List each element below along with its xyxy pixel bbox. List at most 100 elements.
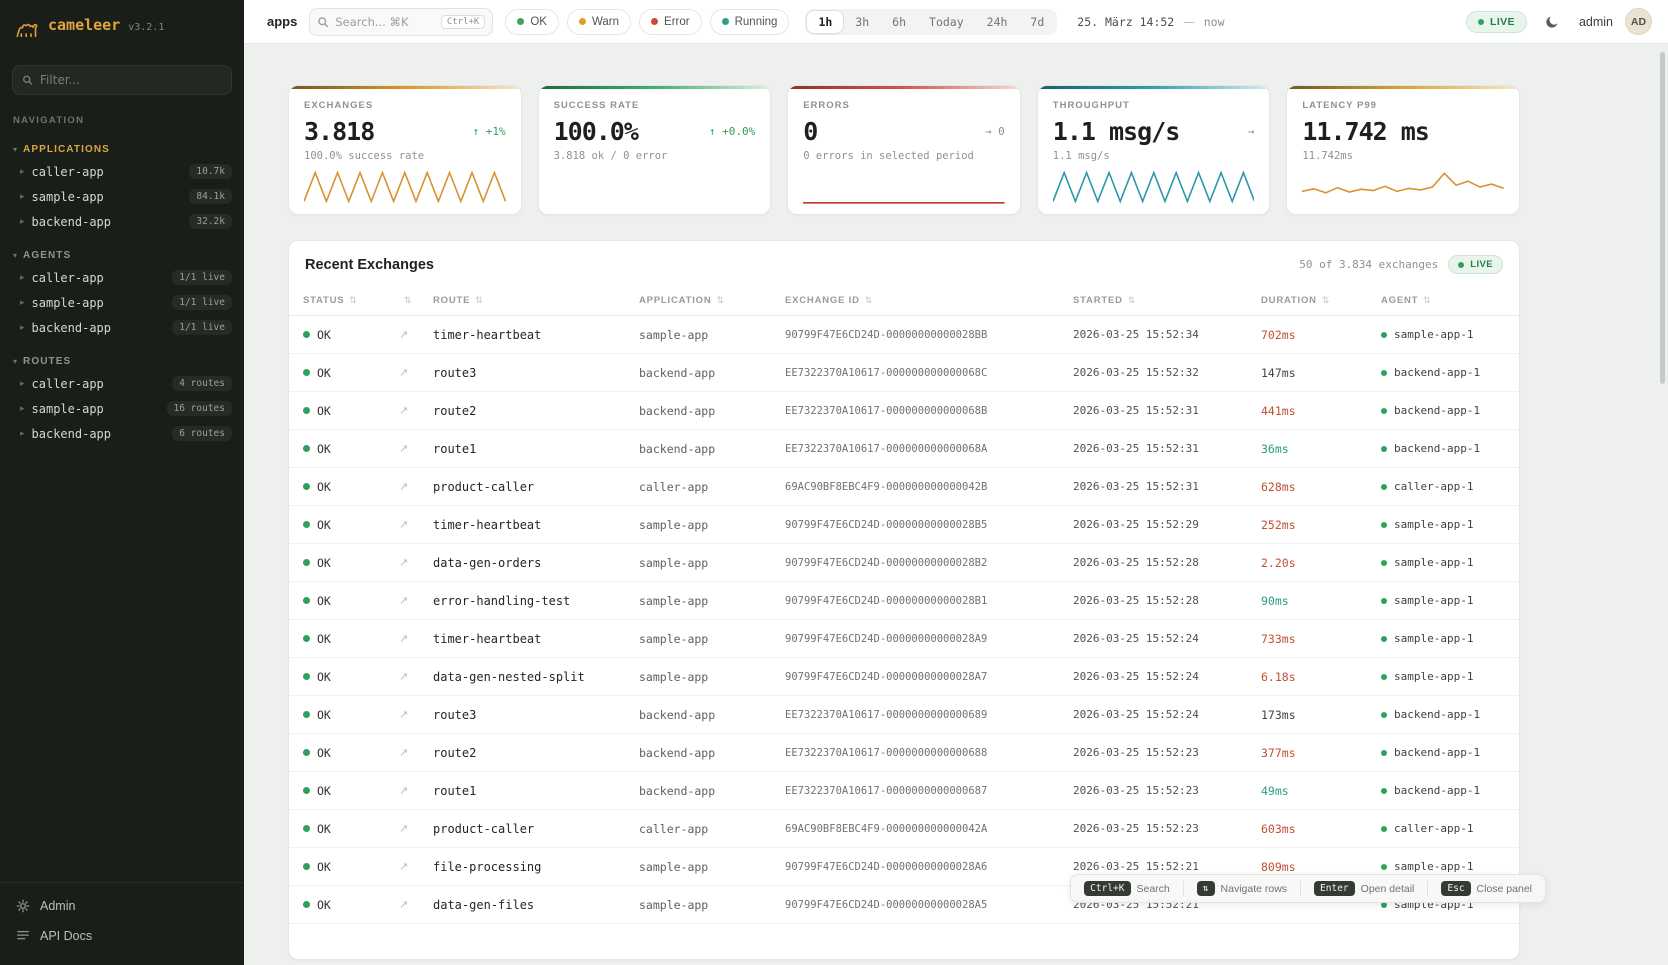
table-row[interactable]: OK ↗ data-gen-nested-split sample-app 90… — [289, 658, 1519, 696]
sidebar-item[interactable]: ▸ caller-app 10.7k — [0, 159, 244, 184]
stat-cards-row: EXCHANGES 3.818 ↑ +1% 100.0% success rat… — [288, 85, 1520, 215]
scrollbar-thumb[interactable] — [1660, 52, 1665, 384]
open-detail-icon[interactable]: ↗ — [399, 594, 408, 607]
started-cell: 2026-03-25 15:52:32 — [1073, 366, 1261, 379]
table-row[interactable]: OK ↗ route2 backend-app EE7322370A10617-… — [289, 392, 1519, 430]
table-live-badge[interactable]: LIVE — [1448, 255, 1503, 274]
status-ok-dot-icon — [303, 749, 310, 756]
column-header[interactable]: ⇅ — [399, 296, 433, 306]
open-detail-icon[interactable]: ↗ — [399, 708, 408, 721]
column-header[interactable]: STATUS ⇅ — [303, 295, 399, 306]
table-row[interactable]: OK ↗ product-caller caller-app 69AC90BF8… — [289, 468, 1519, 506]
sidebar-item[interactable]: ▸ sample-app 16 routes — [0, 396, 244, 421]
status-filter-pill[interactable]: Running — [710, 9, 790, 35]
sidebar-section-header[interactable]: ▾ AGENTS — [0, 246, 244, 265]
sidebar-item[interactable]: ▸ backend-app 1/1 live — [0, 315, 244, 340]
table-row[interactable]: OK ↗ route2 backend-app EE7322370A10617-… — [289, 734, 1519, 772]
stat-card[interactable]: ERRORS 0 → 0 0 errors in selected period — [787, 85, 1021, 215]
column-header[interactable]: EXCHANGE ID ⇅ — [785, 295, 1073, 306]
sidebar-item-admin[interactable]: Admin — [0, 891, 244, 921]
table-row[interactable]: OK ↗ route3 backend-app EE7322370A10617-… — [289, 354, 1519, 392]
status-text: OK — [317, 442, 331, 456]
sidebar-item[interactable]: ▸ backend-app 6 routes — [0, 421, 244, 446]
sidebar-item[interactable]: ▸ caller-app 4 routes — [0, 371, 244, 396]
time-range-button[interactable]: 6h — [881, 11, 917, 33]
open-detail-icon[interactable]: ↗ — [399, 632, 408, 645]
column-header[interactable]: APPLICATION ⇅ — [639, 295, 785, 306]
table-row[interactable]: OK ↗ data-gen-orders sample-app 90799F47… — [289, 544, 1519, 582]
status-filter-pill[interactable]: OK — [505, 9, 559, 35]
avatar[interactable]: AD — [1625, 8, 1652, 35]
dark-mode-toggle[interactable] — [1539, 8, 1567, 36]
stat-card[interactable]: EXCHANGES 3.818 ↑ +1% 100.0% success rat… — [288, 85, 522, 215]
breadcrumb-apps[interactable]: apps — [267, 14, 297, 29]
table-row[interactable]: OK ↗ timer-heartbeat sample-app 90799F47… — [289, 316, 1519, 354]
column-header[interactable]: STARTED ⇅ — [1073, 295, 1261, 306]
open-detail-icon[interactable]: ↗ — [399, 518, 408, 531]
table-row[interactable]: OK ↗ route1 backend-app EE7322370A10617-… — [289, 430, 1519, 468]
sidebar-item-label: sample-app — [32, 296, 104, 310]
sidebar-filter-input[interactable] — [40, 73, 222, 87]
stat-card[interactable]: THROUGHPUT 1.1 msg/s → 1.1 msg/s — [1037, 85, 1271, 215]
sidebar-item-api-docs[interactable]: API Docs — [0, 921, 244, 951]
status-filter-pill[interactable]: Warn — [567, 9, 631, 35]
open-detail-icon[interactable]: ↗ — [399, 670, 408, 683]
open-detail-icon[interactable]: ↗ — [399, 784, 408, 797]
chevron-right-icon: ▸ — [20, 216, 25, 227]
time-range-button[interactable]: Today — [918, 11, 975, 33]
started-cell: 2026-03-25 15:52:23 — [1073, 822, 1261, 835]
agent-dot-icon — [1381, 636, 1387, 642]
status-filter-label: Running — [735, 16, 778, 28]
search-input[interactable] — [335, 15, 434, 29]
sidebar-item[interactable]: ▸ caller-app 1/1 live — [0, 265, 244, 290]
sidebar-section-header[interactable]: ▾ ROUTES — [0, 352, 244, 371]
status-text: OK — [317, 860, 331, 874]
user-name[interactable]: admin — [1579, 15, 1613, 29]
sparkline-chart — [1053, 169, 1255, 205]
open-detail-icon[interactable]: ↗ — [399, 556, 408, 569]
agent-dot-icon — [1381, 750, 1387, 756]
table-row[interactable]: OK ↗ timer-heartbeat sample-app 90799F47… — [289, 620, 1519, 658]
open-detail-icon[interactable]: ↗ — [399, 860, 408, 873]
sidebar-item-label: sample-app — [32, 402, 104, 416]
open-detail-icon[interactable]: ↗ — [399, 366, 408, 379]
status-ok-dot-icon — [303, 711, 310, 718]
open-detail-icon[interactable]: ↗ — [399, 328, 408, 341]
stat-card[interactable]: SUCCESS RATE 100.0% ↑ +0.0% 3.818 ok / 0… — [538, 85, 772, 215]
sidebar-item-label: backend-app — [32, 215, 111, 229]
stat-value: 1.1 msg/s — [1053, 117, 1179, 146]
datetime-display[interactable]: 25. März 14:52 — now — [1077, 15, 1224, 29]
table-row[interactable]: OK ↗ error-handling-test sample-app 9079… — [289, 582, 1519, 620]
status-filter-pill[interactable]: Error — [639, 9, 702, 35]
exchange-id-cell: 90799F47E6CD24D-00000000000028B5 — [785, 519, 1073, 531]
open-detail-icon[interactable]: ↗ — [399, 746, 408, 759]
sidebar-item[interactable]: ▸ backend-app 32.2k — [0, 209, 244, 234]
sidebar-filter[interactable] — [12, 65, 232, 95]
sidebar-item[interactable]: ▸ sample-app 84.1k — [0, 184, 244, 209]
live-toggle[interactable]: LIVE — [1466, 11, 1527, 33]
time-range-button[interactable]: 7d — [1019, 11, 1055, 33]
column-header[interactable]: ROUTE ⇅ — [433, 295, 639, 306]
open-detail-icon[interactable]: ↗ — [399, 404, 408, 417]
agent-name: sample-app-1 — [1394, 632, 1473, 645]
sidebar-section-header[interactable]: ▾ APPLICATIONS — [0, 140, 244, 159]
table-row[interactable]: OK ↗ route1 backend-app EE7322370A10617-… — [289, 772, 1519, 810]
open-detail-icon[interactable]: ↗ — [399, 898, 408, 911]
stat-card[interactable]: LATENCY P99 11.742 ms 11.742ms — [1286, 85, 1520, 215]
open-detail-icon[interactable]: ↗ — [399, 480, 408, 493]
open-detail-icon[interactable]: ↗ — [399, 442, 408, 455]
table-row[interactable]: OK ↗ timer-heartbeat sample-app 90799F47… — [289, 506, 1519, 544]
global-search[interactable]: Ctrl+K — [309, 8, 493, 36]
column-header[interactable]: DURATION ⇅ — [1261, 295, 1381, 306]
table-row[interactable]: OK ↗ route3 backend-app EE7322370A10617-… — [289, 696, 1519, 734]
time-range-button[interactable]: 1h — [807, 11, 843, 33]
sidebar-item-label: caller-app — [32, 377, 104, 391]
time-range-button[interactable]: 24h — [976, 11, 1019, 33]
status-text: OK — [317, 404, 331, 418]
sidebar-item-label: sample-app — [32, 190, 104, 204]
time-range-button[interactable]: 3h — [844, 11, 880, 33]
column-header[interactable]: AGENT ⇅ — [1381, 295, 1505, 306]
open-detail-icon[interactable]: ↗ — [399, 822, 408, 835]
sidebar-item[interactable]: ▸ sample-app 1/1 live — [0, 290, 244, 315]
table-row[interactable]: OK ↗ product-caller caller-app 69AC90BF8… — [289, 810, 1519, 848]
